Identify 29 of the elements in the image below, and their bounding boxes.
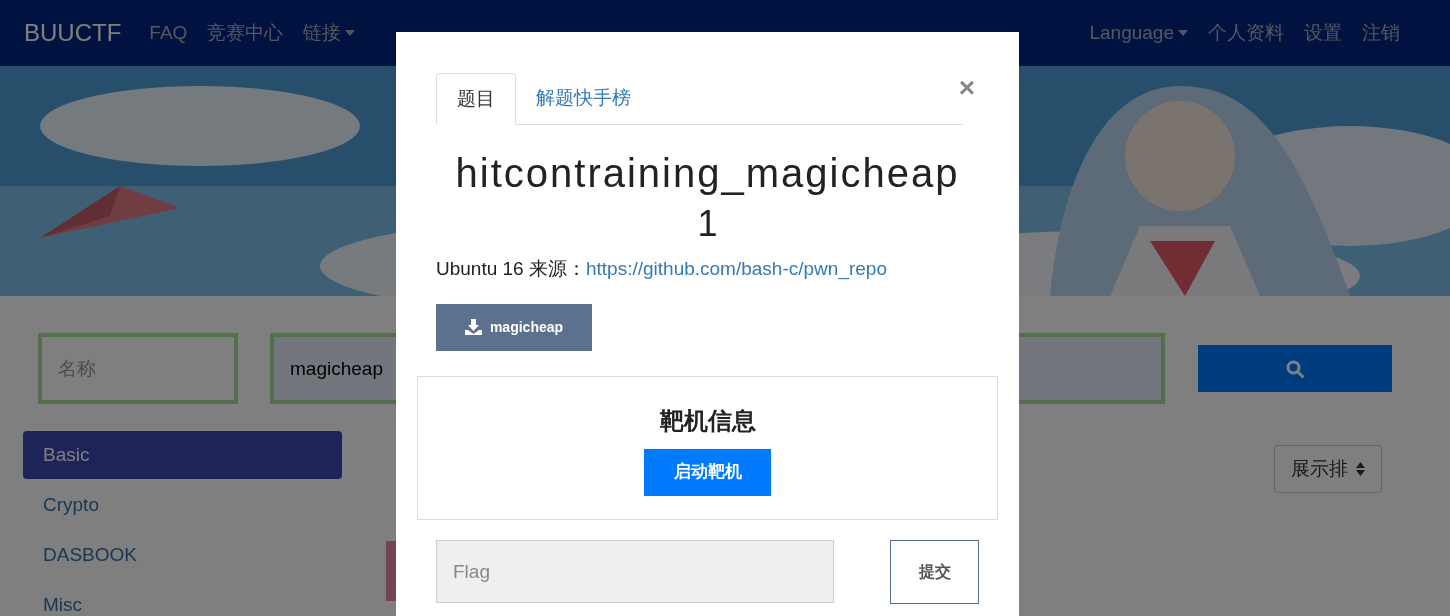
search-icon xyxy=(1286,359,1304,378)
flag-field[interactable]: Flag xyxy=(436,540,834,603)
nav-link[interactable]: 个人资料 xyxy=(1208,18,1284,48)
nav-link[interactable]: FAQ xyxy=(149,18,188,48)
source-link[interactable]: https://github.com/bash-c/pwn_repo xyxy=(585,255,887,284)
download-icon xyxy=(464,319,482,335)
search-button[interactable] xyxy=(1198,345,1392,392)
nav-link[interactable]: 竞赛中心 xyxy=(207,18,284,48)
target-title: 靶机信息 xyxy=(659,405,756,436)
challenge-name: hitcontraining_magicheap xyxy=(455,150,960,197)
nav-link[interactable]: Language xyxy=(1089,18,1188,48)
tab[interactable]: 解题快手榜 xyxy=(516,72,651,124)
brand-logo[interactable]: BUUCTF xyxy=(24,15,122,51)
start-target-button[interactable]: 启动靶机 xyxy=(644,448,771,496)
submit-button[interactable]: 提交 xyxy=(890,539,979,604)
category-item[interactable]: Misc xyxy=(23,581,342,616)
sort-button[interactable]: 展示排 xyxy=(1274,445,1382,493)
description-text: Ubuntu 16 来源： xyxy=(436,257,586,281)
nav-link[interactable]: 注销 xyxy=(1362,18,1400,48)
category-item[interactable]: DASBOOK xyxy=(23,531,342,579)
close-button[interactable]: × xyxy=(958,74,975,102)
category-item[interactable]: Crypto xyxy=(23,481,342,529)
tab[interactable]: 题目 xyxy=(436,73,516,125)
challenge-points: 1 xyxy=(697,202,718,246)
nav-link[interactable]: 链接 xyxy=(303,18,356,48)
download-button[interactable]: magicheap xyxy=(436,303,592,351)
nav-link[interactable]: 设置 xyxy=(1304,18,1342,48)
category-item[interactable]: Basic xyxy=(23,431,342,479)
sort-icon xyxy=(1356,462,1365,476)
